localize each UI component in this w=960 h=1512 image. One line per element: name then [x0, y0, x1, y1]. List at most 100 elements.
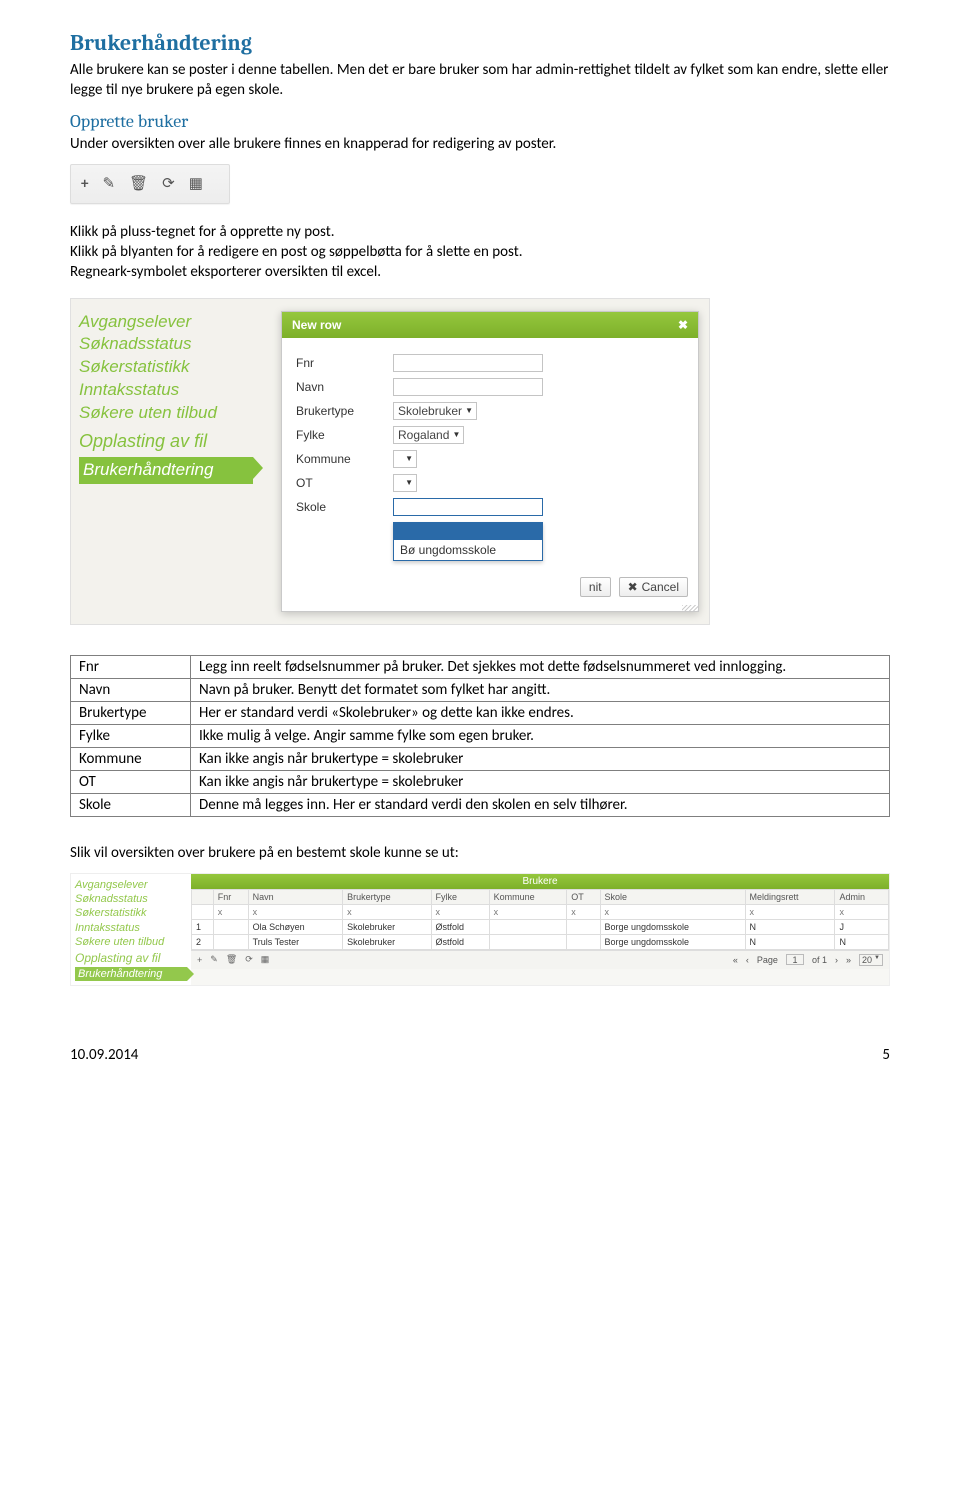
definitions-table: FnrLegg inn reelt fødselsnummer på bruke… [70, 655, 890, 817]
filter-cell[interactable]: x [567, 904, 600, 919]
nav-item: Inntaksstatus [75, 921, 187, 935]
footer-date: 10.09.2014 [70, 1046, 138, 1064]
cancel-button[interactable]: ✖Cancel [619, 577, 688, 597]
pencil-icon: ✎ [102, 174, 115, 193]
overview-intro: Slik vil oversikten over brukere på en b… [70, 843, 890, 863]
submit-button[interactable]: nit [580, 577, 611, 597]
nav-item: Søknadsstatus [75, 892, 187, 906]
col-header[interactable]: Brukertype [343, 889, 431, 904]
filter-cell[interactable]: x [600, 904, 745, 919]
plus-icon[interactable]: + [197, 955, 202, 965]
grid-cell: Østfold [431, 919, 489, 934]
page-footer: 10.09.2014 5 [70, 1046, 890, 1064]
col-header[interactable]: Fylke [431, 889, 489, 904]
def-key: Brukertype [71, 701, 191, 724]
filter-cell[interactable]: x [745, 904, 835, 919]
pager-next-icon[interactable]: › [835, 955, 838, 965]
label-fylke: Fylke [296, 428, 381, 442]
grid-cell [567, 934, 600, 949]
col-header[interactable]: Skole [600, 889, 745, 904]
nav-active: Brukerhåndtering [79, 457, 253, 484]
col-header[interactable]: OT [567, 889, 600, 904]
label-ot: OT [296, 476, 381, 490]
nav-active: Brukerhåndtering [75, 967, 187, 981]
pager-page-label: Page [757, 955, 778, 965]
trash-icon: 🗑 [129, 174, 148, 193]
dropdown-highlight[interactable] [394, 522, 542, 540]
nav-item: Søkere uten tilbud [79, 402, 253, 425]
pager-size-select[interactable]: 20 [859, 954, 883, 966]
skole-dropdown[interactable]: Bø ungdomsskole [393, 522, 543, 561]
label-kommune: Kommune [296, 452, 381, 466]
col-header[interactable]: Admin [835, 889, 889, 904]
close-icon[interactable]: ✖ [678, 318, 688, 332]
row-num: 2 [192, 934, 214, 949]
grid-cell: Skolebruker [343, 934, 431, 949]
def-val: Kan ikke angis når brukertype = skolebru… [191, 770, 890, 793]
sub-title: Opprette bruker [70, 111, 890, 132]
pager-first-icon[interactable]: « [733, 955, 738, 965]
brukertype-select[interactable]: Skolebruker [393, 402, 477, 420]
pager-prev-icon[interactable]: ‹ [746, 955, 749, 965]
plus-icon: + [81, 175, 88, 193]
users-grid: FnrNavnBrukertypeFylkeKommuneOTSkoleMeld… [191, 889, 889, 950]
excel-icon[interactable]: ▦ [261, 954, 270, 965]
dropdown-option[interactable]: Bø ungdomsskole [394, 540, 542, 560]
label-fnr: Fnr [296, 356, 381, 370]
pencil-icon[interactable]: ✎ [210, 954, 218, 965]
fnr-input[interactable] [393, 354, 543, 372]
modal-header: New row ✖ [282, 312, 698, 338]
filter-cell[interactable]: x [835, 904, 889, 919]
grid-cell: J [835, 919, 889, 934]
grid-cell [213, 934, 248, 949]
navn-input[interactable] [393, 378, 543, 396]
new-row-screenshot: Avgangselever Søknadsstatus Søkerstatist… [70, 298, 710, 625]
grid-cell [489, 919, 567, 934]
nav-item: Inntaksstatus [79, 379, 253, 402]
fylke-select[interactable]: Rogaland [393, 426, 464, 444]
label-skole: Skole [296, 500, 381, 514]
def-val: Navn på bruker. Benytt det formatet som … [191, 678, 890, 701]
def-val: Kan ikke angis når brukertype = skolebru… [191, 747, 890, 770]
grid-cell: N [745, 919, 835, 934]
filter-cell[interactable]: x [431, 904, 489, 919]
col-header[interactable]: Meldingsrett [745, 889, 835, 904]
instruction-1: Klikk på pluss-tegnet for å opprette ny … [70, 222, 890, 242]
filter-cell[interactable]: x [248, 904, 343, 919]
def-key: Kommune [71, 747, 191, 770]
instruction-2: Klikk på blyanten for å redigere en post… [70, 242, 890, 262]
overview-nav: Avgangselever Søknadsstatus Søkerstatist… [71, 874, 191, 985]
modal-new-row: New row ✖ Fnr Navn BrukertypeSkolebruker… [281, 311, 699, 612]
nav-item: Søknadsstatus [79, 333, 253, 356]
trash-icon[interactable]: 🗑 [226, 954, 237, 965]
nav-item: Søkere uten tilbud [75, 935, 187, 949]
grid-cell: N [835, 934, 889, 949]
def-val: Ikke mulig å velge. Angir samme fylke so… [191, 724, 890, 747]
resize-handle-icon [682, 605, 698, 611]
skole-input[interactable] [393, 498, 543, 516]
filter-cell[interactable]: x [213, 904, 248, 919]
col-header[interactable]: Kommune [489, 889, 567, 904]
footer-page: 5 [882, 1046, 890, 1064]
kommune-select[interactable] [393, 450, 417, 468]
def-key: OT [71, 770, 191, 793]
nav-item: Avgangselever [79, 311, 253, 334]
grid-cell [567, 919, 600, 934]
def-val: Her er standard verdi «Skolebruker» og d… [191, 701, 890, 724]
filter-cell[interactable]: x [489, 904, 567, 919]
pager-page-input[interactable]: 1 [786, 954, 804, 965]
sub-intro: Under oversikten over alle brukere finne… [70, 134, 890, 154]
intro-text: Alle brukere kan se poster i denne tabel… [70, 60, 890, 101]
grid-footer: + ✎ 🗑 ⟳ ▦ « ‹ Page 1 of 1 › » 20 [191, 950, 889, 969]
col-header[interactable]: Fnr [213, 889, 248, 904]
grid-cell: Truls Tester [248, 934, 343, 949]
ot-select[interactable] [393, 474, 417, 492]
pager-last-icon[interactable]: » [846, 955, 851, 965]
grid-cell [489, 934, 567, 949]
grid-cell: Østfold [431, 934, 489, 949]
col-header[interactable]: Navn [248, 889, 343, 904]
modal-title: New row [292, 318, 341, 332]
pager-of-label: of 1 [812, 955, 827, 965]
refresh-icon[interactable]: ⟳ [245, 954, 253, 965]
filter-cell[interactable]: x [343, 904, 431, 919]
